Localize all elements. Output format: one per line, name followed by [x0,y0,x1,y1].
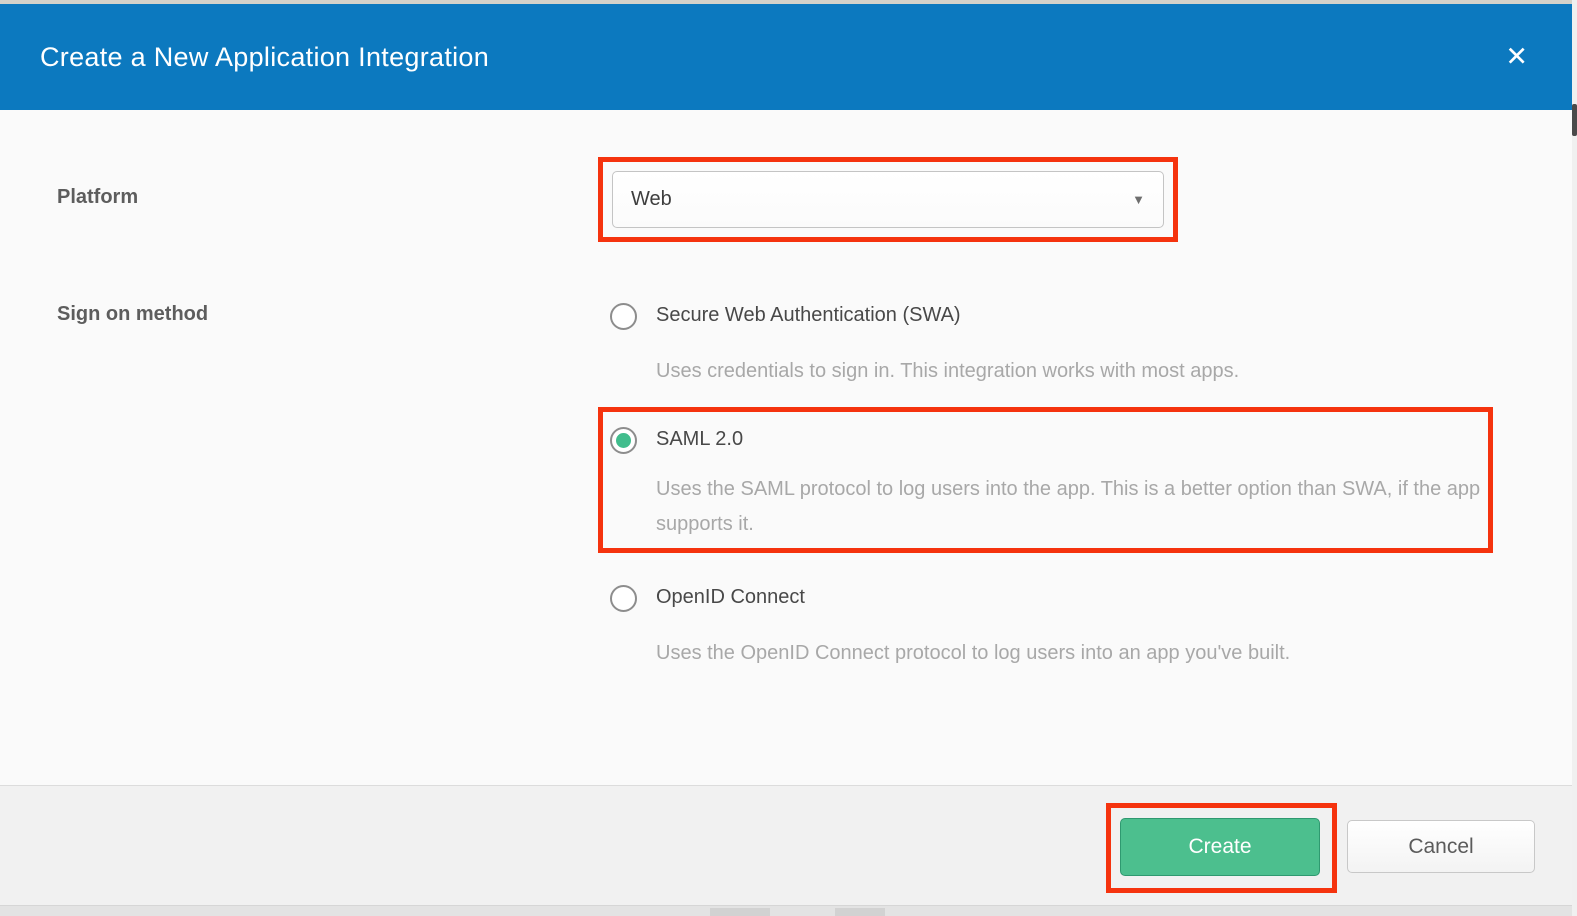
cancel-button[interactable]: Cancel [1347,820,1535,873]
radio-dot [616,433,631,448]
radio-swa[interactable] [610,303,637,330]
sign-on-method-label: Sign on method [57,303,208,326]
bottom-strip-segment [835,908,885,916]
dialog-title: Create a New Application Integration [40,42,489,73]
radio-openid-connect[interactable] [610,585,637,612]
dialog-header: Create a New Application Integration ✕ [0,4,1572,110]
option-label-swa[interactable]: Secure Web Authentication (SWA) [656,304,961,327]
scrollbar-thumb[interactable] [1572,104,1577,136]
option-label-saml[interactable]: SAML 2.0 [656,428,743,451]
bottom-strip-segment [710,908,770,916]
dialog-footer [0,785,1577,905]
option-desc-openid-connect: Uses the OpenID Connect protocol to log … [656,636,1290,671]
radio-saml[interactable] [610,427,637,454]
chevron-down-icon: ▼ [1132,192,1145,207]
page-scrollbar[interactable] [1572,0,1577,916]
create-button[interactable]: Create [1120,818,1320,876]
platform-dropdown[interactable]: Web ▼ [612,171,1164,228]
close-icon[interactable]: ✕ [1505,44,1528,71]
create-app-integration-dialog: Create a New Application Integration ✕ P… [0,0,1577,916]
option-desc-swa: Uses credentials to sign in. This integr… [656,354,1239,389]
radio-dot [616,591,631,606]
platform-label: Platform [57,186,138,209]
platform-dropdown-value: Web [631,188,672,211]
page-bottom-strip [0,905,1577,916]
radio-dot [616,309,631,324]
option-desc-saml: Uses the SAML protocol to log users into… [656,472,1484,542]
option-label-openid-connect[interactable]: OpenID Connect [656,586,805,609]
